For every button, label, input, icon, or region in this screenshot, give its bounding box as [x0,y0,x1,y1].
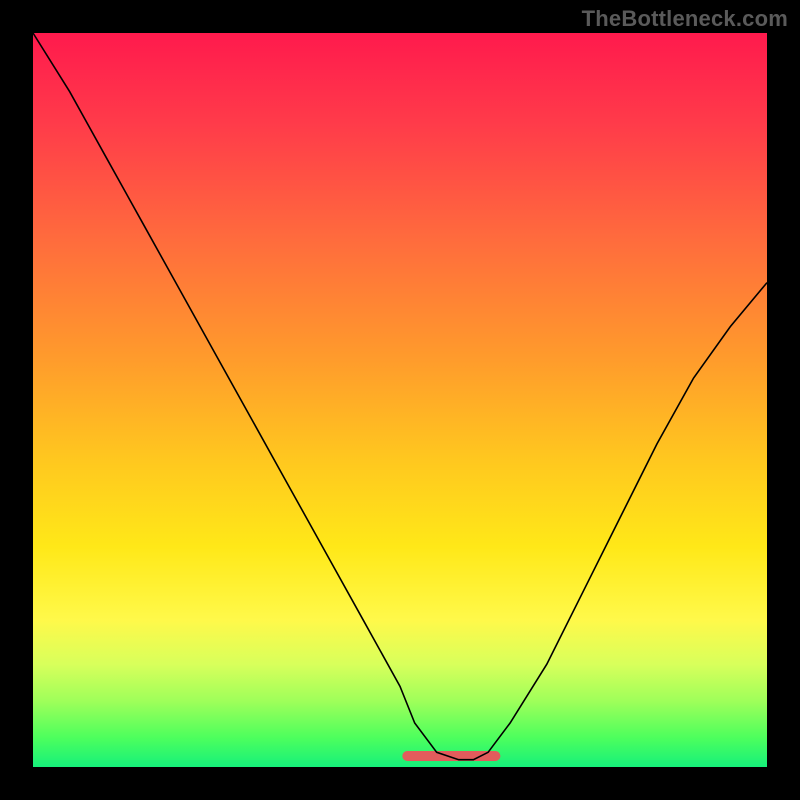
watermark-text: TheBottleneck.com [582,6,788,32]
plot-area [33,33,767,767]
curve-svg [33,33,767,767]
chart-frame: TheBottleneck.com [0,0,800,800]
bottleneck-curve [33,33,767,760]
